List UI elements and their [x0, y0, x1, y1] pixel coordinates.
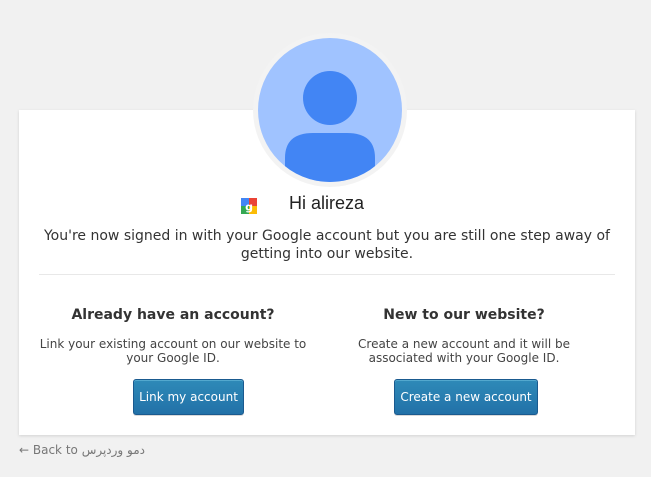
divider	[39, 274, 615, 275]
google-plus-icon: g	[240, 197, 258, 215]
new-account-section: New to our website? Create a new account…	[319, 306, 609, 365]
svg-text:g: g	[245, 201, 253, 214]
greeting-text: Hi alireza	[289, 193, 365, 213]
existing-account-description: Link your existing account on our websit…	[39, 337, 307, 365]
link-account-button[interactable]: Link my account	[133, 379, 244, 415]
avatar-frame	[253, 33, 407, 187]
avatar	[258, 38, 402, 182]
existing-account-section: Already have an account? Link your exist…	[28, 306, 318, 365]
new-account-title: New to our website?	[383, 307, 545, 323]
intro-text: You're now signed in with your Google ac…	[43, 228, 610, 262]
back-to-site-link[interactable]: ← Back to دمو وردپرس	[19, 443, 145, 457]
create-account-button[interactable]: Create a new account	[394, 379, 538, 415]
existing-account-title: Already have an account?	[71, 307, 275, 323]
greeting-row: g Hi alireza	[19, 192, 635, 218]
default-user-icon	[285, 71, 375, 182]
new-account-description: Create a new account and it will be asso…	[358, 337, 570, 365]
